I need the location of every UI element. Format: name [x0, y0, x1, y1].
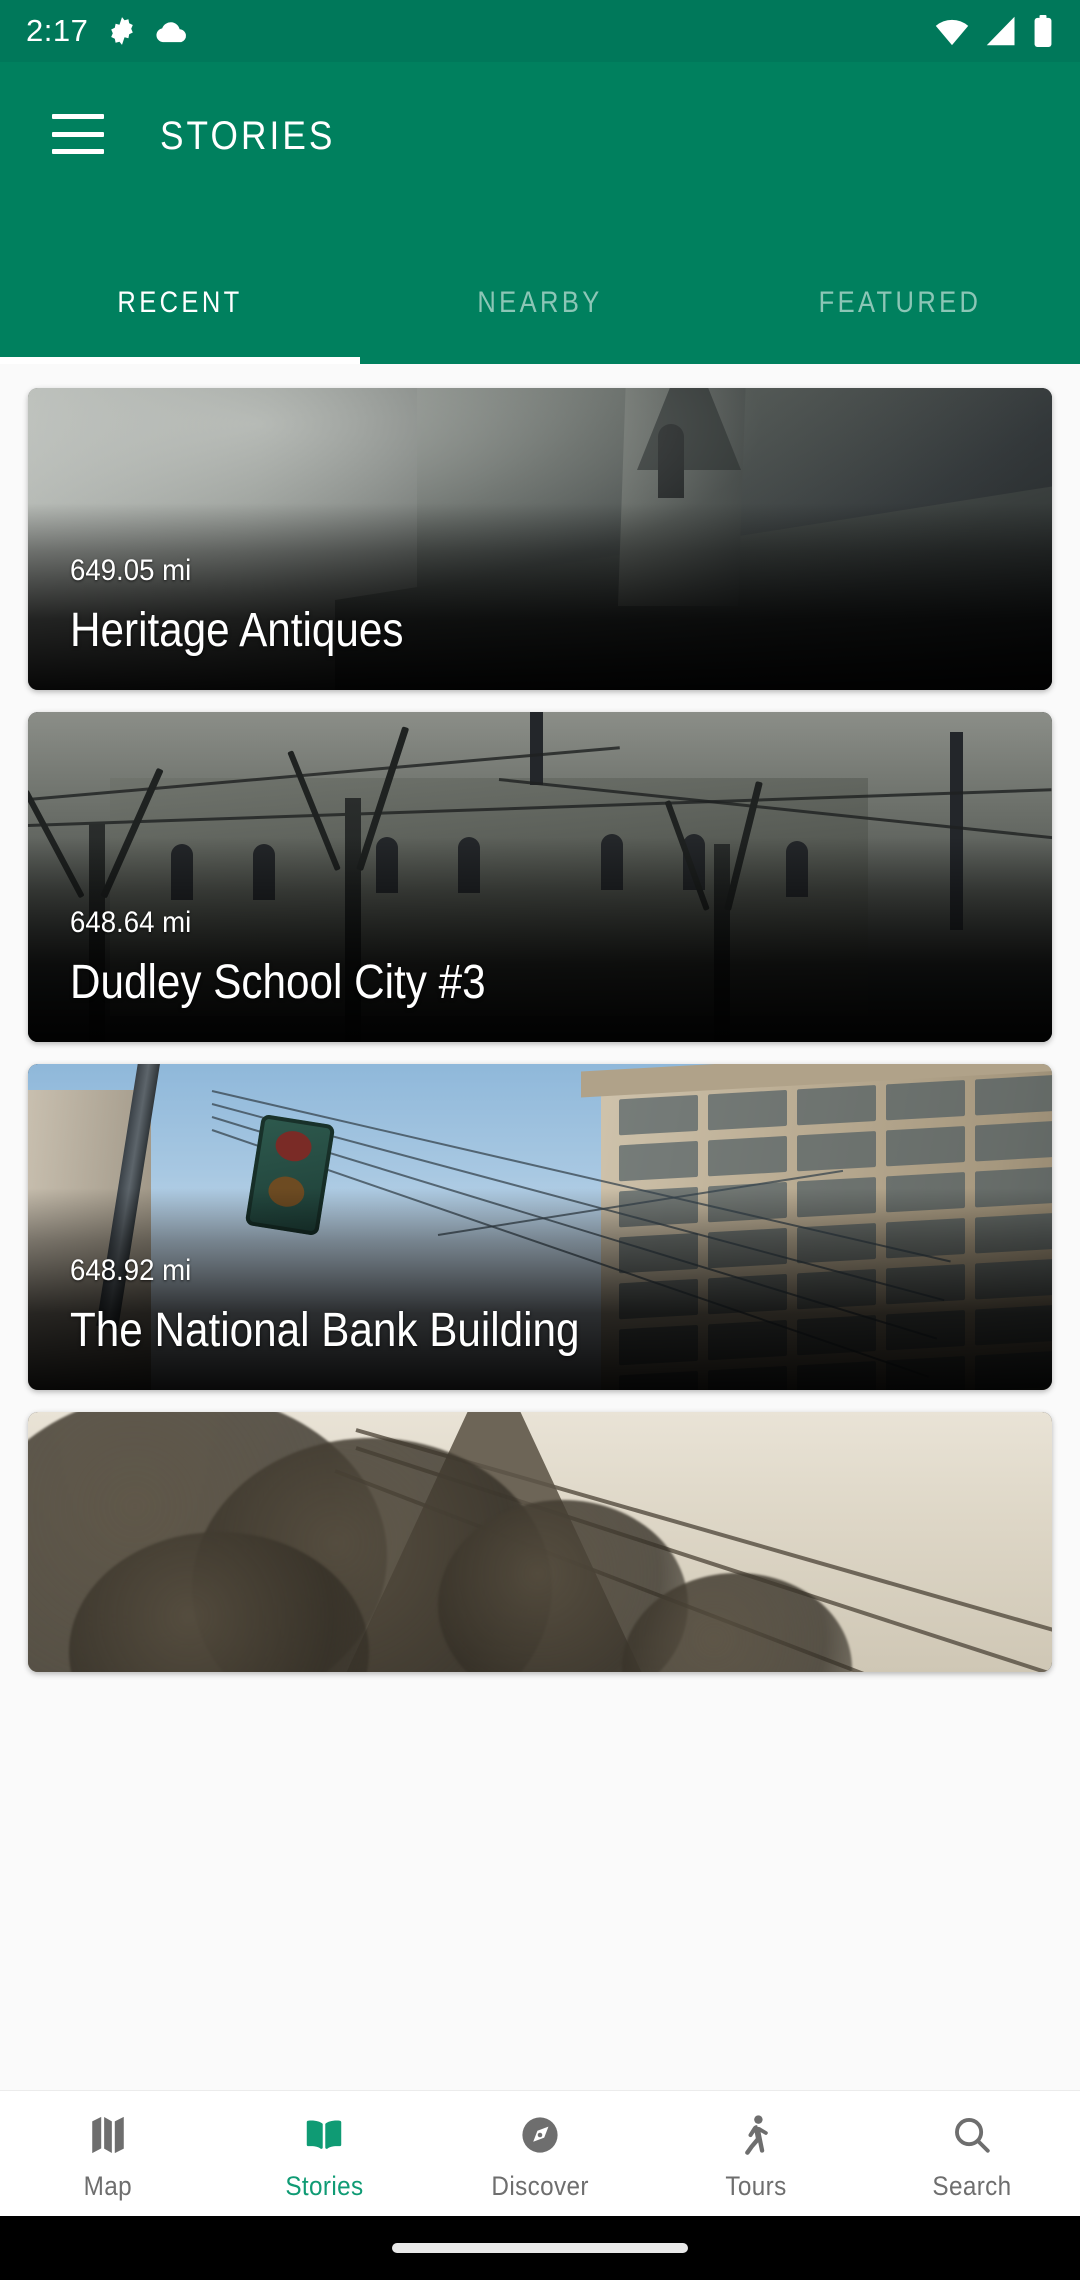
tab-bar: RECENT NEARBY FEATURED — [0, 252, 1080, 364]
status-bar-clock: 2:17 — [26, 13, 89, 48]
wifi-icon — [934, 16, 970, 46]
map-icon — [86, 2111, 130, 2159]
app-screen: 2:17 STORIES RECENT NEARBY FEATURED 649.… — [0, 0, 1080, 2280]
tab-recent[interactable]: RECENT — [27, 252, 333, 364]
story-title: The National Bank Building — [70, 1303, 580, 1357]
nav-label-stories: Stories — [284, 2171, 364, 2201]
tab-featured-label: FEATURED — [818, 286, 982, 319]
story-text: 649.05 mi Heritage Antiques — [70, 554, 1012, 656]
active-tab-indicator — [0, 357, 360, 364]
search-icon — [950, 2111, 994, 2159]
nav-label-map: Map — [83, 2171, 133, 2201]
status-bar-left: 2:17 — [26, 13, 188, 49]
gear-icon — [106, 15, 138, 47]
hamburger-menu-icon[interactable] — [52, 114, 104, 154]
cloud-icon — [156, 18, 188, 44]
app-bar: STORIES — [0, 62, 1080, 252]
nav-item-map[interactable]: Map — [0, 2091, 216, 2216]
tab-recent-label: RECENT — [117, 286, 243, 319]
story-distance: 648.92 mi — [70, 1253, 192, 1287]
nav-item-search[interactable]: Search — [864, 2091, 1080, 2216]
story-title: Dudley School City #3 — [70, 955, 486, 1009]
bottom-navigation-bar: Map Stories Discover Tours Search — [0, 2090, 1080, 2216]
story-distance: 649.05 mi — [70, 553, 192, 587]
nav-item-discover[interactable]: Discover — [432, 2091, 648, 2216]
system-gesture-bar — [0, 2216, 1080, 2280]
story-photo — [28, 1412, 1052, 1672]
tab-nearby-label: NEARBY — [477, 286, 603, 319]
home-gesture-pill[interactable] — [392, 2243, 688, 2253]
page-title: STORIES — [160, 114, 336, 158]
tab-nearby[interactable]: NEARBY — [387, 252, 693, 364]
status-bar: 2:17 — [0, 0, 1080, 62]
nav-label-discover: Discover — [491, 2171, 589, 2201]
open-book-icon — [302, 2111, 346, 2159]
story-text: 648.64 mi Dudley School City #3 — [70, 906, 1012, 1008]
cellular-signal-icon — [984, 16, 1018, 46]
nav-item-tours[interactable]: Tours — [648, 2091, 864, 2216]
story-list[interactable]: 649.05 mi Heritage Antiques 648.64 mi Du… — [0, 364, 1080, 2090]
story-distance: 648.64 mi — [70, 905, 192, 939]
story-card[interactable] — [28, 1412, 1052, 1672]
story-text: 648.92 mi The National Bank Building — [70, 1254, 1012, 1356]
status-bar-right — [934, 15, 1054, 47]
nav-label-tours: Tours — [725, 2171, 787, 2201]
story-title: Heritage Antiques — [70, 603, 404, 657]
story-card[interactable]: 648.92 mi The National Bank Building — [28, 1064, 1052, 1390]
nav-item-stories[interactable]: Stories — [216, 2091, 432, 2216]
compass-icon — [518, 2111, 562, 2159]
walking-person-icon — [734, 2111, 778, 2159]
tab-featured[interactable]: FEATURED — [747, 252, 1053, 364]
battery-icon — [1032, 15, 1054, 47]
story-card[interactable]: 648.64 mi Dudley School City #3 — [28, 712, 1052, 1042]
nav-label-search: Search — [932, 2171, 1012, 2201]
story-card[interactable]: 649.05 mi Heritage Antiques — [28, 388, 1052, 690]
